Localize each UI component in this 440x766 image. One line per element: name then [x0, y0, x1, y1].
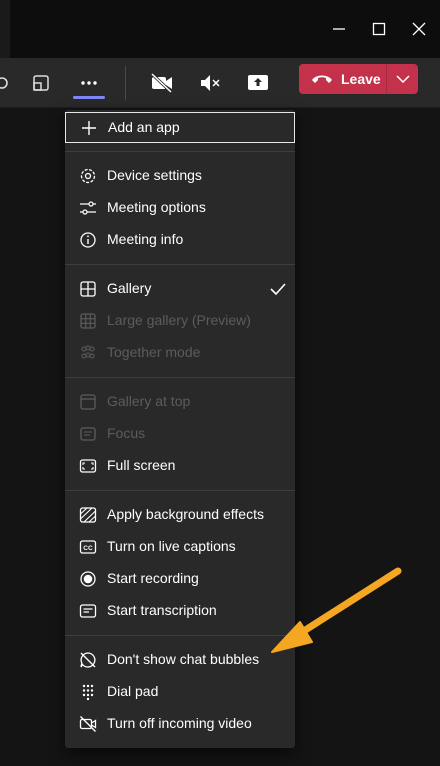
title-bar [0, 0, 440, 58]
menu-item-label: Focus [107, 425, 146, 441]
menu-item-add-app[interactable]: Add an app [65, 112, 295, 143]
menu-item-label: Start recording [107, 570, 199, 586]
menu-item-label: Gallery at top [107, 393, 191, 409]
people-button[interactable] [0, 67, 18, 99]
menu-divider [65, 377, 295, 378]
maximize-icon [372, 22, 386, 36]
gear-icon [79, 167, 97, 185]
video-off-icon [79, 715, 97, 733]
toolbar-divider [125, 66, 126, 100]
chat-bubbles-off-icon [79, 651, 97, 669]
share-screen-icon [248, 75, 268, 90]
captions-icon: CC [79, 538, 97, 556]
gallery-icon [79, 280, 97, 298]
camera-off-icon [150, 72, 173, 94]
menu-item-gallery[interactable]: Gallery [65, 273, 295, 305]
menu-item-meeting-info[interactable]: Meeting info [65, 224, 295, 256]
menu-item-label: Meeting info [107, 231, 184, 247]
sliders-icon [79, 199, 97, 217]
menu-item-label: Meeting options [107, 199, 206, 215]
menu-item-label: Large gallery (Preview) [107, 312, 251, 328]
more-icon [81, 81, 97, 85]
record-icon [79, 570, 97, 588]
dialpad-icon [79, 683, 97, 701]
speaker-mute-icon [201, 75, 220, 91]
menu-item-label: Add an app [108, 119, 180, 135]
leave-label: Leave [341, 71, 381, 87]
menu-item-dial-pad[interactable]: Dial pad [65, 676, 295, 708]
minimize-icon [333, 28, 345, 30]
menu-divider [65, 264, 295, 265]
leave-options-button[interactable] [387, 64, 418, 94]
menu-divider [65, 490, 295, 491]
fullscreen-icon [79, 457, 97, 475]
background-effects-icon [79, 506, 97, 524]
minimize-button[interactable] [324, 14, 354, 44]
menu-item-label: Gallery [107, 280, 152, 296]
maximize-button[interactable] [364, 14, 394, 44]
menu-item-meeting-options[interactable]: Meeting options [65, 192, 295, 224]
plus-icon [80, 119, 98, 137]
meeting-toolbar: Leave [0, 58, 440, 108]
menu-item-label: Device settings [107, 167, 202, 183]
checkmark-icon [270, 283, 286, 296]
svg-text:CC: CC [83, 545, 93, 552]
share-button[interactable] [242, 67, 274, 99]
chevron-down-icon [395, 75, 410, 84]
menu-item-background-effects[interactable]: Apply background effects [65, 499, 295, 531]
people-icon [0, 77, 8, 89]
transcription-icon [79, 602, 97, 620]
menu-item-label: Turn on live captions [107, 538, 236, 554]
together-mode-icon [79, 344, 97, 362]
menu-item-together-mode: Together mode [65, 337, 295, 369]
leave-main-button[interactable]: Leave [299, 64, 386, 94]
rooms-icon [33, 75, 49, 91]
annotation-arrow [271, 567, 402, 653]
menu-item-gallery-at-top: Gallery at top [65, 386, 295, 418]
menu-item-incoming-video[interactable]: Turn off incoming video [65, 708, 295, 740]
menu-item-label: Full screen [107, 457, 176, 473]
more-actions-button[interactable] [73, 67, 105, 99]
rooms-button[interactable] [25, 67, 57, 99]
focus-icon [79, 425, 97, 443]
hangup-icon [312, 75, 332, 83]
camera-toggle[interactable] [146, 67, 178, 99]
menu-item-label: Turn off incoming video [107, 715, 252, 731]
menu-item-focus: Focus [65, 418, 295, 450]
close-button[interactable] [404, 14, 434, 44]
menu-item-label: Together mode [107, 344, 201, 360]
menu-item-label: Start transcription [107, 602, 217, 618]
mic-toggle[interactable] [194, 67, 226, 99]
close-icon [412, 22, 426, 36]
menu-item-full-screen[interactable]: Full screen [65, 450, 295, 482]
title-bar-edge [0, 0, 10, 58]
menu-item-live-captions[interactable]: CC Turn on live captions [65, 531, 295, 563]
menu-item-device-settings[interactable]: Device settings [65, 160, 295, 192]
menu-item-large-gallery: Large gallery (Preview) [65, 305, 295, 337]
menu-item-label: Don't show chat bubbles [107, 651, 260, 667]
gallery-top-icon [79, 393, 97, 411]
menu-divider [65, 151, 295, 152]
menu-item-label: Apply background effects [107, 506, 264, 522]
leave-button[interactable]: Leave [299, 64, 418, 94]
menu-item-label: Dial pad [107, 683, 159, 699]
large-gallery-icon [79, 312, 97, 330]
info-icon [79, 231, 97, 249]
more-active-indicator [73, 96, 105, 99]
